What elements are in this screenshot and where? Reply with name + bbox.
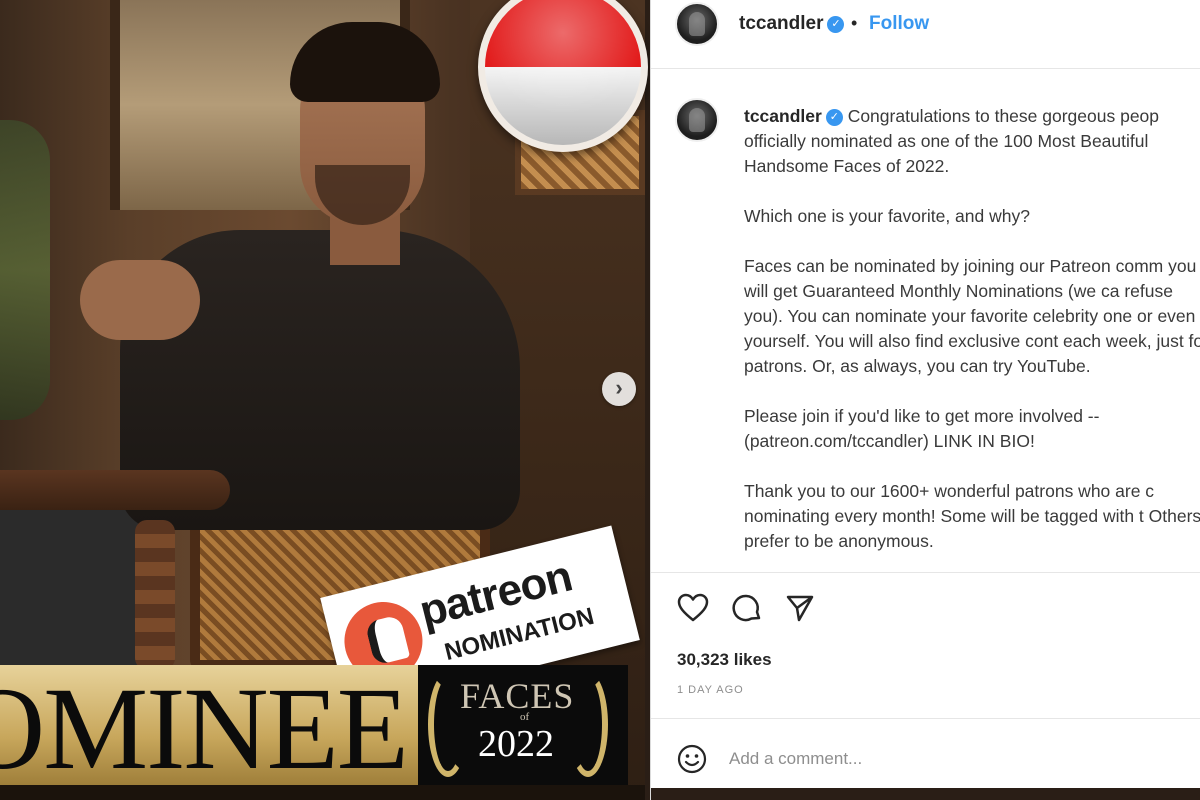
heart-icon (677, 593, 709, 622)
indonesia-flag-badge (478, 0, 648, 152)
emoji-button[interactable] (677, 744, 707, 779)
caption-paragraph: Faces can be nominated by joining our Pa… (744, 256, 1200, 376)
follow-button[interactable]: Follow (869, 13, 929, 35)
actions-divider (651, 572, 1200, 573)
comment-divider (651, 718, 1200, 719)
faces-badge-title: FACES (460, 676, 575, 716)
post-timestamp[interactable]: 1 DAY AGO (677, 684, 744, 696)
caption-fade (651, 548, 1200, 570)
post-panel: tccandler ✓ • Follow tccandler ✓ Congratul… (650, 0, 1200, 800)
header-username-text[interactable]: tccandler (739, 13, 823, 34)
share-button[interactable] (785, 593, 815, 623)
comment-icon (732, 594, 761, 622)
chevron-right-icon: › (615, 375, 623, 400)
header-username[interactable]: tccandler ✓ (739, 13, 845, 35)
person-hands (80, 260, 200, 340)
post-actions (677, 592, 815, 624)
caption-username[interactable]: tccandler (744, 106, 822, 126)
header-avatar[interactable] (675, 2, 719, 46)
caption-paragraph: Thank you to our 1600+ wonderful patrons… (744, 481, 1200, 551)
like-count[interactable]: 30,323 likes (677, 650, 772, 670)
comment-button[interactable] (731, 592, 763, 624)
comment-input[interactable] (729, 744, 1169, 774)
panel-bottom-edge (651, 788, 1200, 800)
nominee-banner-text: OMINEE (0, 663, 409, 794)
carousel-next-button[interactable]: › (602, 372, 636, 406)
background-plant (0, 120, 50, 420)
caption-paragraph: Please join if you'd like to get more in… (744, 406, 1100, 451)
smiley-icon (677, 744, 707, 774)
send-icon (786, 595, 814, 622)
verified-badge-icon: ✓ (827, 16, 845, 33)
header-divider (651, 68, 1200, 69)
caption-paragraph: Which one is your favorite, and why? (744, 206, 1030, 226)
verified-badge-icon: ✓ (825, 109, 843, 126)
chair-leg (135, 520, 175, 670)
post-caption: tccandler ✓ Congratulations to these gorg… (744, 104, 1200, 566)
like-button[interactable] (677, 593, 709, 623)
caption-paragraph: tccandler ✓ Congratulations to these gorg… (744, 104, 1200, 179)
header-separator-dot: • (851, 13, 858, 33)
faces-badge-year: 2022 (478, 723, 554, 765)
chair-arm (0, 470, 230, 510)
media-bottom-edge (0, 785, 645, 800)
caption-avatar[interactable] (675, 98, 719, 142)
